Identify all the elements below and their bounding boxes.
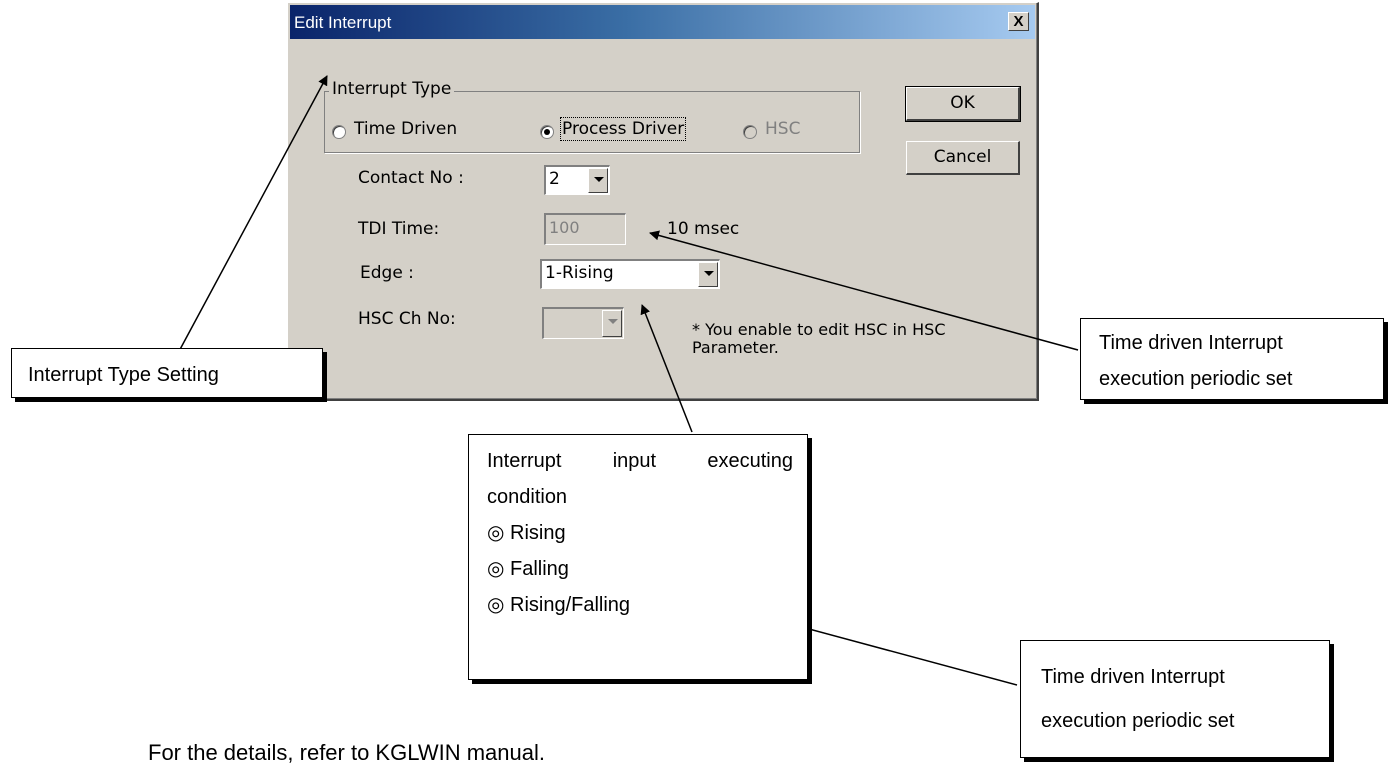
tdi-time-unit: 10 msec: [667, 219, 740, 239]
callout-text: Interrupt input executing: [487, 450, 793, 472]
chevron-down-icon[interactable]: [698, 262, 718, 287]
radio-time-driven-label[interactable]: Time Driven: [354, 119, 457, 139]
tdi-time-input: 100: [544, 213, 626, 245]
callout-text: Time driven Interrupt: [1041, 666, 1225, 688]
callout-interrupt-type: Interrupt Type Setting: [11, 348, 323, 398]
radio-process-driver-label[interactable]: Process Driver: [559, 117, 687, 141]
hsc-ch-no-label: HSC Ch No:: [358, 309, 456, 329]
radio-time-driven[interactable]: [332, 125, 346, 139]
callout-time-driven-2: Time driven Interrupt execution periodic…: [1020, 640, 1330, 758]
edge-label: Edge :: [360, 263, 414, 283]
edge-value: 1-Rising: [545, 263, 614, 283]
hsc-ch-no-select: [542, 307, 624, 339]
callout-input-condition: Interrupt input executing condition ◎ Ri…: [468, 434, 808, 680]
callout-option-falling: ◎ Falling: [487, 558, 569, 580]
callout-option-rising-falling: ◎ Rising/Falling: [487, 594, 631, 616]
callout-time-driven-1: Time driven Interrupt execution periodic…: [1080, 318, 1384, 400]
chevron-down-icon: [602, 310, 622, 337]
callout-text: Time driven Interrupt: [1099, 332, 1283, 354]
contact-no-value: 2: [549, 169, 560, 189]
callout-text: condition: [487, 486, 568, 508]
title-bar[interactable]: Edit Interrupt X: [290, 5, 1035, 39]
tdi-time-label: TDI Time:: [358, 219, 440, 239]
ok-button[interactable]: OK: [905, 86, 1021, 122]
cancel-button[interactable]: Cancel: [906, 141, 1020, 175]
footnote-text: For the details, refer to KGLWIN manual.: [148, 740, 545, 765]
interrupt-type-legend: Interrupt Type: [329, 79, 455, 99]
contact-no-select[interactable]: 2: [544, 165, 610, 195]
callout-option-rising: ◎ Rising: [487, 522, 566, 544]
callout-text: execution periodic set: [1099, 368, 1293, 390]
hsc-note-line1: * You enable to edit HSC in HSC: [692, 320, 946, 339]
hsc-note-line2: Parameter.: [692, 338, 779, 357]
contact-no-label: Contact No :: [358, 168, 464, 188]
callout-text: execution periodic set: [1041, 710, 1235, 732]
tdi-time-value: 100: [549, 218, 580, 237]
radio-hsc: [743, 125, 757, 139]
edge-select[interactable]: 1-Rising: [540, 259, 720, 289]
radio-process-driver[interactable]: [540, 125, 554, 139]
chevron-down-icon[interactable]: [588, 168, 608, 193]
radio-hsc-label: HSC: [765, 119, 801, 139]
dialog-title: Edit Interrupt: [294, 13, 392, 32]
callout-interrupt-type-text: Interrupt Type Setting: [28, 364, 219, 386]
close-button[interactable]: X: [1008, 12, 1029, 31]
edit-interrupt-dialog: Edit Interrupt X Interrupt Type Time Dri…: [287, 2, 1039, 401]
